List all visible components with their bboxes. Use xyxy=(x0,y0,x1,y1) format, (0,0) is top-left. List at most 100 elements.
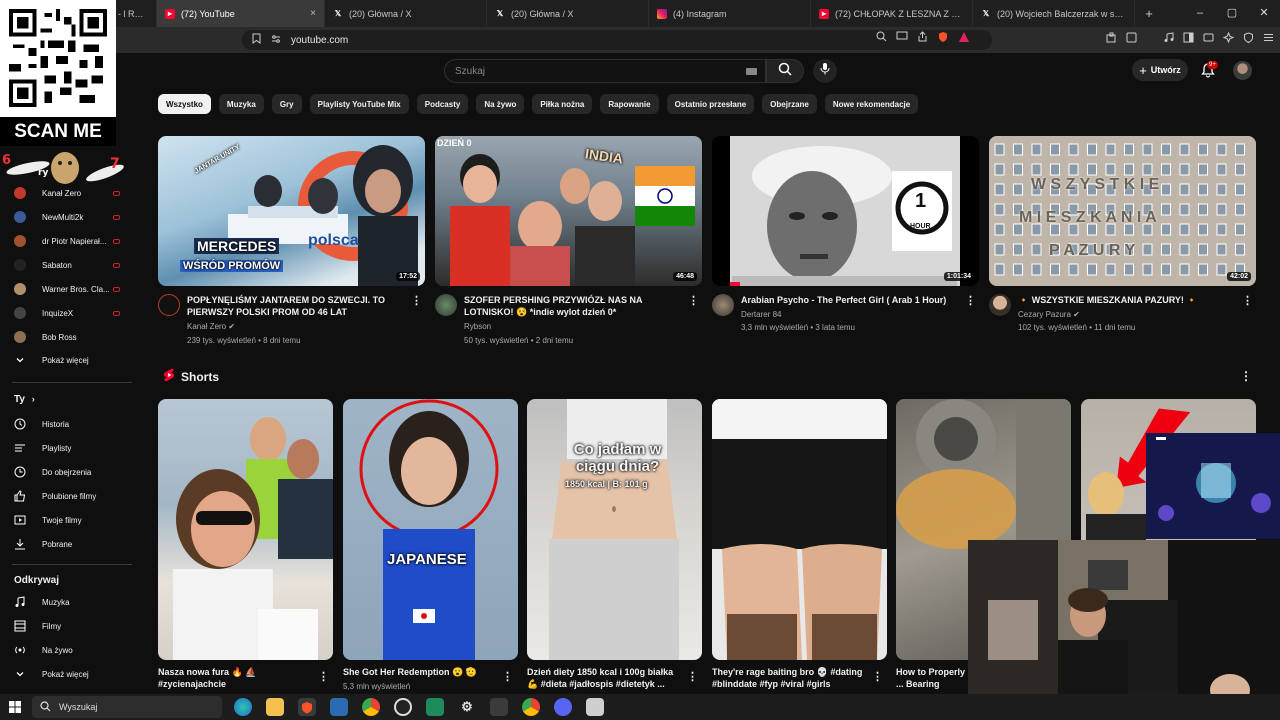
channel-name[interactable]: Cezary Pazura ✔ xyxy=(1018,310,1080,319)
sidebar-item-history[interactable]: Historia xyxy=(14,418,134,430)
short-title[interactable]: Dzień diety 1850 kcal i 100g białka 💪 #d… xyxy=(527,666,677,690)
short-title[interactable]: They're rage baiting bro 💀 #dating #blin… xyxy=(712,666,867,690)
video-title[interactable]: Arabian Psycho - The Perfect Girl ( Arab… xyxy=(741,294,963,306)
sidebar-item-films[interactable]: Filmy xyxy=(14,620,134,632)
chrome-icon[interactable] xyxy=(522,698,540,716)
vpn-icon[interactable] xyxy=(1243,32,1254,46)
file-explorer-icon[interactable] xyxy=(266,698,284,716)
sidebar-subscription[interactable]: Warner Bros. Cla... xyxy=(14,283,134,295)
short-title[interactable]: Nasza nowa fura 🔥 ⛵ #zycienajachcie xyxy=(158,666,308,690)
bookmark-icon[interactable] xyxy=(252,33,261,47)
browser-tab[interactable]: (4) Instagram xyxy=(649,0,811,27)
short-card[interactable] xyxy=(158,399,333,660)
discord-icon[interactable] xyxy=(554,698,572,716)
sidebar-subscription[interactable]: NewMulti2k xyxy=(14,211,134,223)
chip-playlisty-youtube-mix[interactable]: Playlisty YouTube Mix xyxy=(309,94,409,114)
video-thumbnail[interactable]: W S Z Y S T K I E M I E S Z K A N I A P … xyxy=(989,136,1256,286)
taskbar-search[interactable]: Wyszukaj xyxy=(32,696,222,718)
sidebar-item-watch-later[interactable]: Do obejrzenia xyxy=(14,466,134,478)
sidebar-subscription[interactable]: Kanał Zero xyxy=(14,187,134,199)
short-card[interactable] xyxy=(712,399,887,660)
video-title[interactable]: 🔸 WSZYSTKIE MIESZKANIA PAZURY! 🔸 xyxy=(1018,294,1240,306)
video-title[interactable]: SZOFER PERSHING PRZYWIÓZŁ NAS NA LOTNISK… xyxy=(464,294,686,318)
browser-tab-active[interactable]: ▸ (72) YouTube × xyxy=(157,0,325,27)
sidebar-subscription[interactable]: dr Piotr Napierał... xyxy=(14,235,134,247)
sidebar-show-more-explore[interactable]: Pokaż więcej xyxy=(14,668,134,680)
browser-tab[interactable]: 𝕏 (20) Wojciech Balczerzak w serwisie X xyxy=(973,0,1135,27)
maximize-button[interactable]: ▢ xyxy=(1216,0,1248,27)
browser-tab[interactable]: 𝕏 (20) Główna / X xyxy=(487,0,649,27)
search-input[interactable]: Szukaj xyxy=(444,59,766,83)
more-vertical-icon[interactable]: ⋮ xyxy=(318,670,329,683)
more-vertical-icon[interactable]: ⋮ xyxy=(1240,369,1252,383)
edge-icon[interactable] xyxy=(234,698,252,716)
settings-gear-icon[interactable]: ⚙ xyxy=(458,698,476,716)
video-thumbnail[interactable]: JANTAR UNITY MERCEDES WŚRÓD PROMÓW polsc… xyxy=(158,136,425,286)
chip-nowe-rekomendacje[interactable]: Nowe rekomendacje xyxy=(824,94,919,114)
chip-ostatnio-przesłane[interactable]: Ostatnio przesłane xyxy=(666,94,755,114)
sidebar-show-more[interactable]: Pokaż więcej xyxy=(14,354,134,366)
more-vertical-icon[interactable]: ⋮ xyxy=(687,670,698,683)
sidebar-subscription[interactable]: InquizeX xyxy=(14,307,134,319)
more-vertical-icon[interactable]: ⋮ xyxy=(502,670,513,683)
short-card[interactable]: JAPANESE xyxy=(343,399,518,660)
leo-icon[interactable] xyxy=(1222,31,1235,46)
you-heading[interactable]: Ty › xyxy=(14,394,35,405)
sidebar-item-music[interactable]: Muzyka xyxy=(14,596,134,608)
share-icon[interactable] xyxy=(917,31,928,46)
account-avatar[interactable] xyxy=(1233,61,1252,80)
channel-name[interactable]: Dertarer 84 xyxy=(741,310,781,319)
sidebar-item-live[interactable]: Na żywo xyxy=(14,644,134,656)
sidebar-subscription[interactable]: Sabaton xyxy=(14,259,134,271)
chip-piłka-nożna[interactable]: Piłka nożna xyxy=(532,94,593,114)
chip-muzyka[interactable]: Muzyka xyxy=(218,94,264,114)
more-vertical-icon[interactable]: ⋮ xyxy=(965,294,976,307)
site-settings-icon[interactable] xyxy=(271,34,281,47)
short-title[interactable]: How to Properly ... Bearing xyxy=(896,666,966,690)
wallet-icon[interactable] xyxy=(1203,32,1214,46)
more-vertical-icon[interactable]: ⋮ xyxy=(688,294,699,307)
browser-tab[interactable]: ▸ (72) CHŁOPAK Z LESZNA Z OPASKĄ xyxy=(811,0,973,27)
sidebar-item-download[interactable]: Pobrane xyxy=(14,538,134,550)
short-card[interactable]: Co jadłam w ciągu dnia? 1850 kcal | B: 1… xyxy=(527,399,702,660)
minimize-button[interactable]: – xyxy=(1184,0,1216,27)
rewards-icon[interactable] xyxy=(958,31,970,46)
more-vertical-icon[interactable]: ⋮ xyxy=(1242,294,1253,307)
chip-podcasty[interactable]: Podcasty xyxy=(416,94,469,114)
create-button[interactable]: + Utwórz xyxy=(1132,59,1188,81)
channel-name[interactable]: Kanał Zero ✔ xyxy=(187,322,235,331)
sidebar-item-your-videos[interactable]: Twoje filmy xyxy=(14,514,134,526)
video-thumbnail[interactable]: 1 HOUR 1:01:34 xyxy=(712,136,979,286)
windows-start-button[interactable] xyxy=(0,694,30,720)
channel-avatar[interactable] xyxy=(712,294,734,316)
brave-icon[interactable] xyxy=(298,698,316,716)
video-title[interactable]: POPŁYNĘLIŚMY JANTAREM DO SZWECJI. TO PIE… xyxy=(187,294,409,318)
cast-icon[interactable] xyxy=(896,31,908,46)
new-tab-button[interactable]: + xyxy=(1139,6,1159,21)
close-icon[interactable]: × xyxy=(310,8,316,19)
chip-na-żywo[interactable]: Na żywo xyxy=(476,94,525,114)
voice-search-button[interactable] xyxy=(813,59,837,83)
mail-icon[interactable] xyxy=(330,698,348,716)
sidebar-subscription[interactable]: Bob Ross xyxy=(14,331,134,343)
obs-icon[interactable] xyxy=(394,698,412,716)
calculator-icon[interactable] xyxy=(490,698,508,716)
chrome-icon[interactable] xyxy=(362,698,380,716)
music-icon[interactable] xyxy=(1163,32,1174,46)
browser-tab[interactable]: 𝕏 (20) Główna / X xyxy=(325,0,487,27)
keyboard-icon[interactable] xyxy=(746,68,757,75)
search-button[interactable] xyxy=(766,59,804,83)
short-title[interactable]: She Got Her Redemption 😮 🫡 xyxy=(343,666,493,678)
more-vertical-icon[interactable]: ⋮ xyxy=(411,294,422,307)
channel-avatar[interactable] xyxy=(989,294,1011,316)
sidebar-item-playlist[interactable]: Playlisty xyxy=(14,442,134,454)
video-thumbnail[interactable]: DZIEŃ 0 INDIA 46:48 xyxy=(435,136,702,286)
zoom-icon[interactable] xyxy=(876,31,887,46)
app-icon[interactable] xyxy=(426,698,444,716)
channel-avatar[interactable] xyxy=(435,294,457,316)
more-vertical-icon[interactable]: ⋮ xyxy=(872,670,883,683)
chip-obejrzane[interactable]: Obejrzane xyxy=(762,94,817,114)
reader-icon[interactable] xyxy=(1126,32,1137,46)
sidebar-item-like[interactable]: Polubione filmy xyxy=(14,490,134,502)
close-window-button[interactable]: ✕ xyxy=(1248,0,1280,27)
